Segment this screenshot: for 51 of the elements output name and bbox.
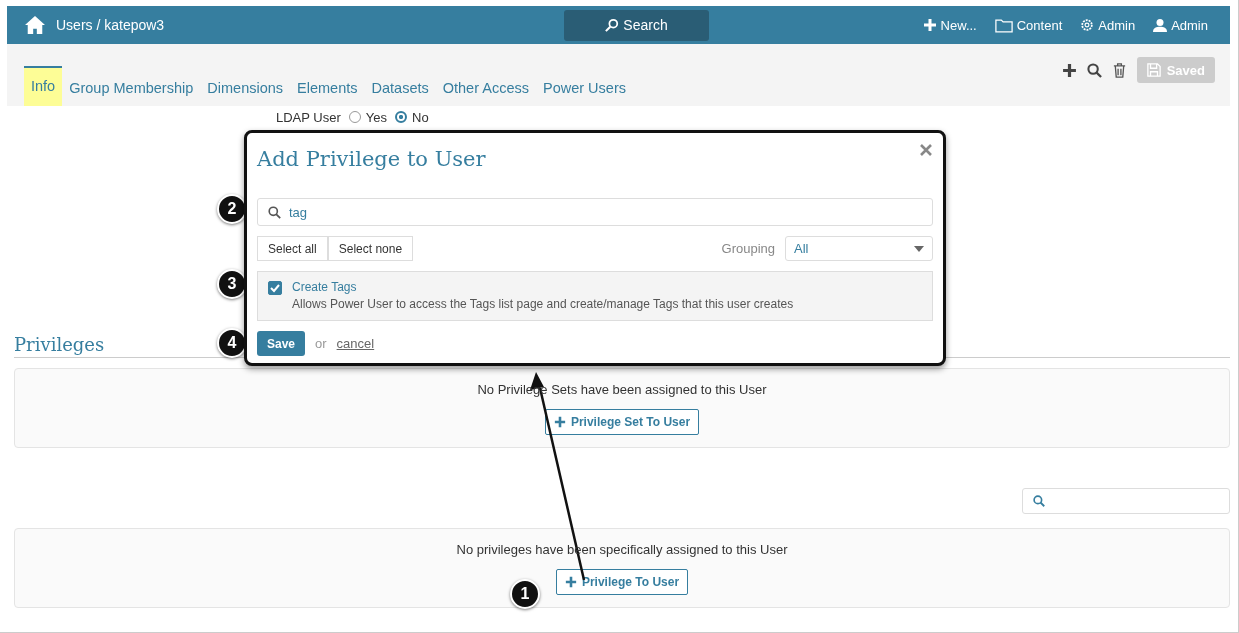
menu-link[interactable]: New...	[922, 17, 977, 33]
menu-link[interactable]: Admin	[1080, 17, 1136, 33]
checkbox[interactable]	[268, 281, 282, 295]
select-all-button[interactable]: Select all	[257, 236, 328, 261]
field-label: Grouping	[721, 241, 775, 256]
dialog-title: Add Privilege to User	[257, 147, 486, 171]
privilege-item[interactable]: Create Tags Allows Power User to access the Tags list page and create/manage Tags that this user creates	[257, 271, 933, 321]
folder-icon	[994, 17, 1013, 33]
radio-option[interactable]: Yes	[348, 109, 387, 125]
search-icon	[1033, 495, 1045, 507]
search-field[interactable]	[1022, 488, 1230, 514]
search-icon	[605, 18, 620, 32]
or-text: or	[315, 336, 327, 351]
add-privilege-button[interactable]: Privilege To User	[555, 568, 689, 595]
plus-icon	[564, 575, 577, 588]
trash-icon[interactable]	[1111, 62, 1127, 78]
search-icon	[268, 205, 281, 219]
field-label: LDAP User	[276, 109, 341, 125]
plus-icon	[553, 415, 566, 428]
callout-badge: 2	[217, 194, 247, 224]
tab[interactable]: Datasets	[364, 70, 436, 106]
privilege-description: Allows Power User to access the Tags list page and create/manage Tags that this user creates	[292, 297, 794, 311]
menu-link[interactable]: Admin	[1153, 17, 1208, 33]
cancel-link[interactable]: cancel	[336, 336, 375, 351]
plus-icon[interactable]	[1061, 62, 1077, 78]
caret-icon	[914, 245, 924, 252]
search-button[interactable]: Search	[564, 9, 709, 41]
callout-badge: 3	[217, 269, 247, 299]
user-icon	[1153, 18, 1168, 32]
tab[interactable]: Other Access	[435, 70, 536, 106]
tab[interactable]: Power Users	[535, 70, 633, 106]
grouping-dropdown[interactable]: All	[785, 236, 933, 261]
breadcrumb: Users / katepow3	[56, 17, 165, 33]
save-button[interactable]: Save	[257, 331, 306, 356]
callout-badge: 4	[217, 328, 247, 358]
search-icon[interactable]	[1086, 62, 1102, 78]
tab[interactable]: Elements	[290, 70, 365, 106]
tab[interactable]: Group Membership	[62, 70, 201, 106]
menu-link[interactable]: Content	[994, 17, 1063, 33]
home-icon[interactable]	[24, 15, 46, 35]
gear-icon	[1080, 18, 1095, 32]
floppy-icon	[1146, 63, 1161, 77]
search-field[interactable]: tag	[257, 198, 933, 226]
select-none-button[interactable]: Select none	[327, 236, 414, 261]
close-icon[interactable]	[919, 143, 933, 157]
add-privilege-set-button[interactable]: Privilege Set To User	[544, 408, 700, 435]
plus-icon	[922, 18, 937, 32]
radio-option[interactable]: No	[395, 109, 429, 125]
tab[interactable]: Info	[24, 66, 63, 106]
privilege-name: Create Tags	[292, 280, 358, 294]
tab[interactable]: Dimensions	[200, 70, 291, 106]
